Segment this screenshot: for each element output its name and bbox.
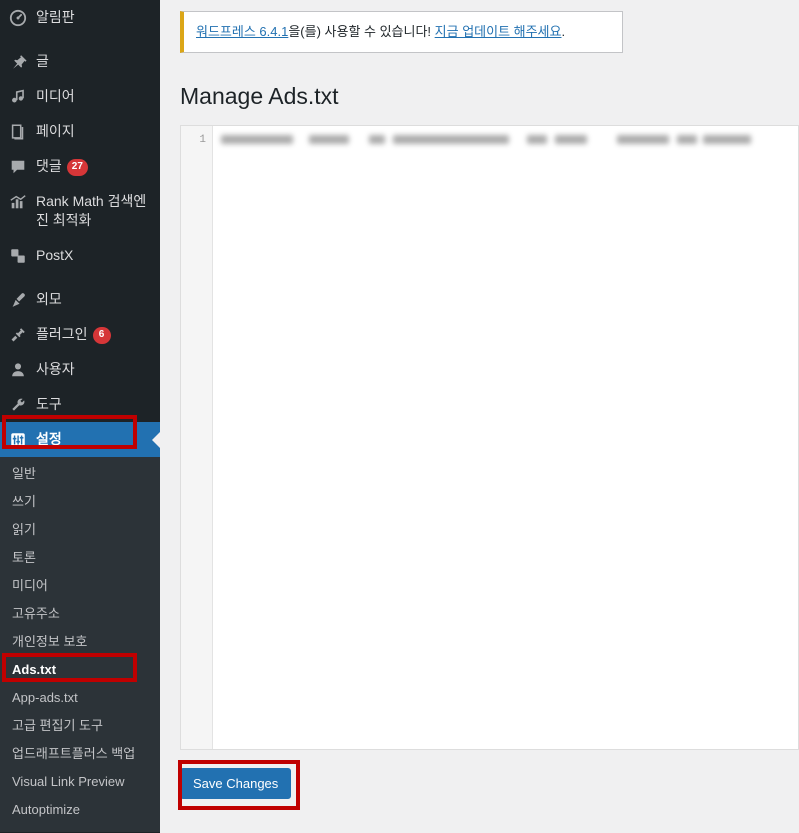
redacted-text-run [703, 135, 751, 145]
redacted-text-run [369, 135, 385, 145]
submenu-item-10[interactable]: 업드래프트플러스 백업 [0, 740, 160, 768]
sidebar-item-label: 글 [36, 53, 49, 69]
rankmath-icon [0, 192, 36, 211]
line-number: 1 [199, 134, 206, 147]
tools-icon [0, 395, 36, 414]
current-menu-arrow-icon [152, 431, 160, 448]
settings-submenu: 일반 쓰기 읽기 토론 미디어 고유주소 개인정보 보호 Ads.txt App-ads.txt… [0, 457, 160, 832]
editor-line-1[interactable] [221, 132, 798, 148]
submenu-item-11[interactable]: Visual Link Preview [0, 768, 160, 796]
admin-menu: 알림판글미디어페이지댓글 27 Rank Math 검색엔진 최적화 PostX 외모플… [0, 0, 160, 457]
submenu-item-3[interactable]: 토론 [0, 544, 160, 572]
sidebar-item-badge: 6 [92, 327, 111, 344]
submenu-item-9[interactable]: 고급 편집기 도구 [0, 712, 160, 740]
submenu-item-2[interactable]: 읽기 [0, 516, 160, 544]
sidebar-item-label: 댓글 27 [36, 157, 160, 176]
sidebar-item-label: 사용자 [36, 361, 75, 377]
users-icon [0, 360, 36, 379]
dashboard-icon [0, 8, 36, 27]
sidebar-item-8[interactable]: 플러그인 6 [0, 317, 160, 352]
sidebar-item-label: 알림판 [36, 9, 75, 25]
main-content: 워드프레스 6.4.1을(를) 사용할 수 있습니다! 지금 업데이트 해주세요… [160, 0, 799, 833]
menu-separator [0, 35, 160, 44]
sidebar-item-label: 페이지 [36, 123, 75, 139]
sidebar-item-11[interactable]: 설정 [0, 422, 160, 457]
postx-icon [0, 246, 36, 265]
admin-sidebar: 알림판 글 미디어 페이지 댓글 27 Rank Math 검색엔진 최적화 PostX 외모 플… [0, 0, 160, 833]
submit-area: Save Changes [180, 768, 799, 800]
sidebar-item-7[interactable]: 외모 [0, 282, 160, 317]
menu-separator [0, 273, 160, 282]
sidebar-item-4[interactable]: 댓글 27 [0, 149, 160, 184]
sidebar-item-3[interactable]: 페이지 [0, 114, 160, 149]
redacted-text-run [393, 135, 509, 145]
notice-end-text: . [561, 24, 566, 39]
editor-line-number-gutter: 1 [181, 126, 213, 750]
submenu-item-0[interactable]: 일반 [0, 460, 160, 488]
plugins-icon [0, 325, 36, 344]
redacted-text-run [309, 135, 349, 145]
redacted-text-run [555, 135, 587, 145]
sidebar-item-label: 외모 [36, 291, 62, 307]
sidebar-item-label: 설정 [36, 431, 62, 447]
save-changes-button[interactable]: Save Changes [180, 768, 292, 800]
sidebar-item-10[interactable]: 도구 [0, 387, 160, 422]
sidebar-item-2[interactable]: 미디어 [0, 79, 160, 114]
settings-icon [0, 430, 36, 449]
ads-txt-editor[interactable]: 1 [180, 125, 799, 751]
sidebar-item-9[interactable]: 사용자 [0, 352, 160, 387]
page-title: Manage Ads.txt [180, 82, 339, 109]
comments-icon [0, 157, 36, 176]
sidebar-item-label: 플러그인 6 [36, 325, 160, 344]
media-icon [0, 87, 36, 106]
notice-middle-text: 을(를) 사용할 수 있습니다! [288, 24, 435, 39]
redacted-text-run [677, 135, 697, 145]
submenu-item-6[interactable]: 개인정보 보호 [0, 628, 160, 656]
sidebar-item-0[interactable]: 알림판 [0, 0, 160, 35]
sidebar-item-label: Rank Math 검색엔진 최적화 [36, 193, 147, 228]
submenu-item-4[interactable]: 미디어 [0, 572, 160, 600]
editor-code-area[interactable] [213, 126, 798, 749]
sidebar-item-label: PostX [36, 247, 74, 263]
wordpress-version-link[interactable]: 워드프레스 6.4.1 [196, 24, 288, 39]
sidebar-item-badge: 27 [66, 159, 88, 176]
redacted-text-run [527, 135, 547, 145]
redacted-text-run [617, 135, 669, 145]
submenu-item-5[interactable]: 고유주소 [0, 600, 160, 628]
submenu-item-7[interactable]: Ads.txt [0, 656, 160, 684]
appearance-icon [0, 290, 36, 309]
sidebar-item-label: 도구 [36, 396, 62, 412]
pin-icon [0, 52, 36, 71]
sidebar-item-6[interactable]: PostX [0, 238, 160, 273]
submenu-item-12[interactable]: Autoptimize [0, 796, 160, 824]
wordpress-admin-screen: 알림판 글 미디어 페이지 댓글 27 Rank Math 검색엔진 최적화 PostX 외모 플… [0, 0, 799, 833]
update-notice: 워드프레스 6.4.1을(를) 사용할 수 있습니다! 지금 업데이트 해주세요… [180, 11, 623, 53]
redacted-text-run [221, 135, 293, 145]
sidebar-item-label: 미디어 [36, 88, 75, 104]
submenu-item-1[interactable]: 쓰기 [0, 488, 160, 516]
sidebar-item-5[interactable]: Rank Math 검색엔진 최적화 [0, 184, 160, 238]
page-icon [0, 122, 36, 141]
sidebar-item-1[interactable]: 글 [0, 44, 160, 79]
submenu-item-8[interactable]: App-ads.txt [0, 684, 160, 712]
update-now-link[interactable]: 지금 업데이트 해주세요 [435, 24, 562, 39]
